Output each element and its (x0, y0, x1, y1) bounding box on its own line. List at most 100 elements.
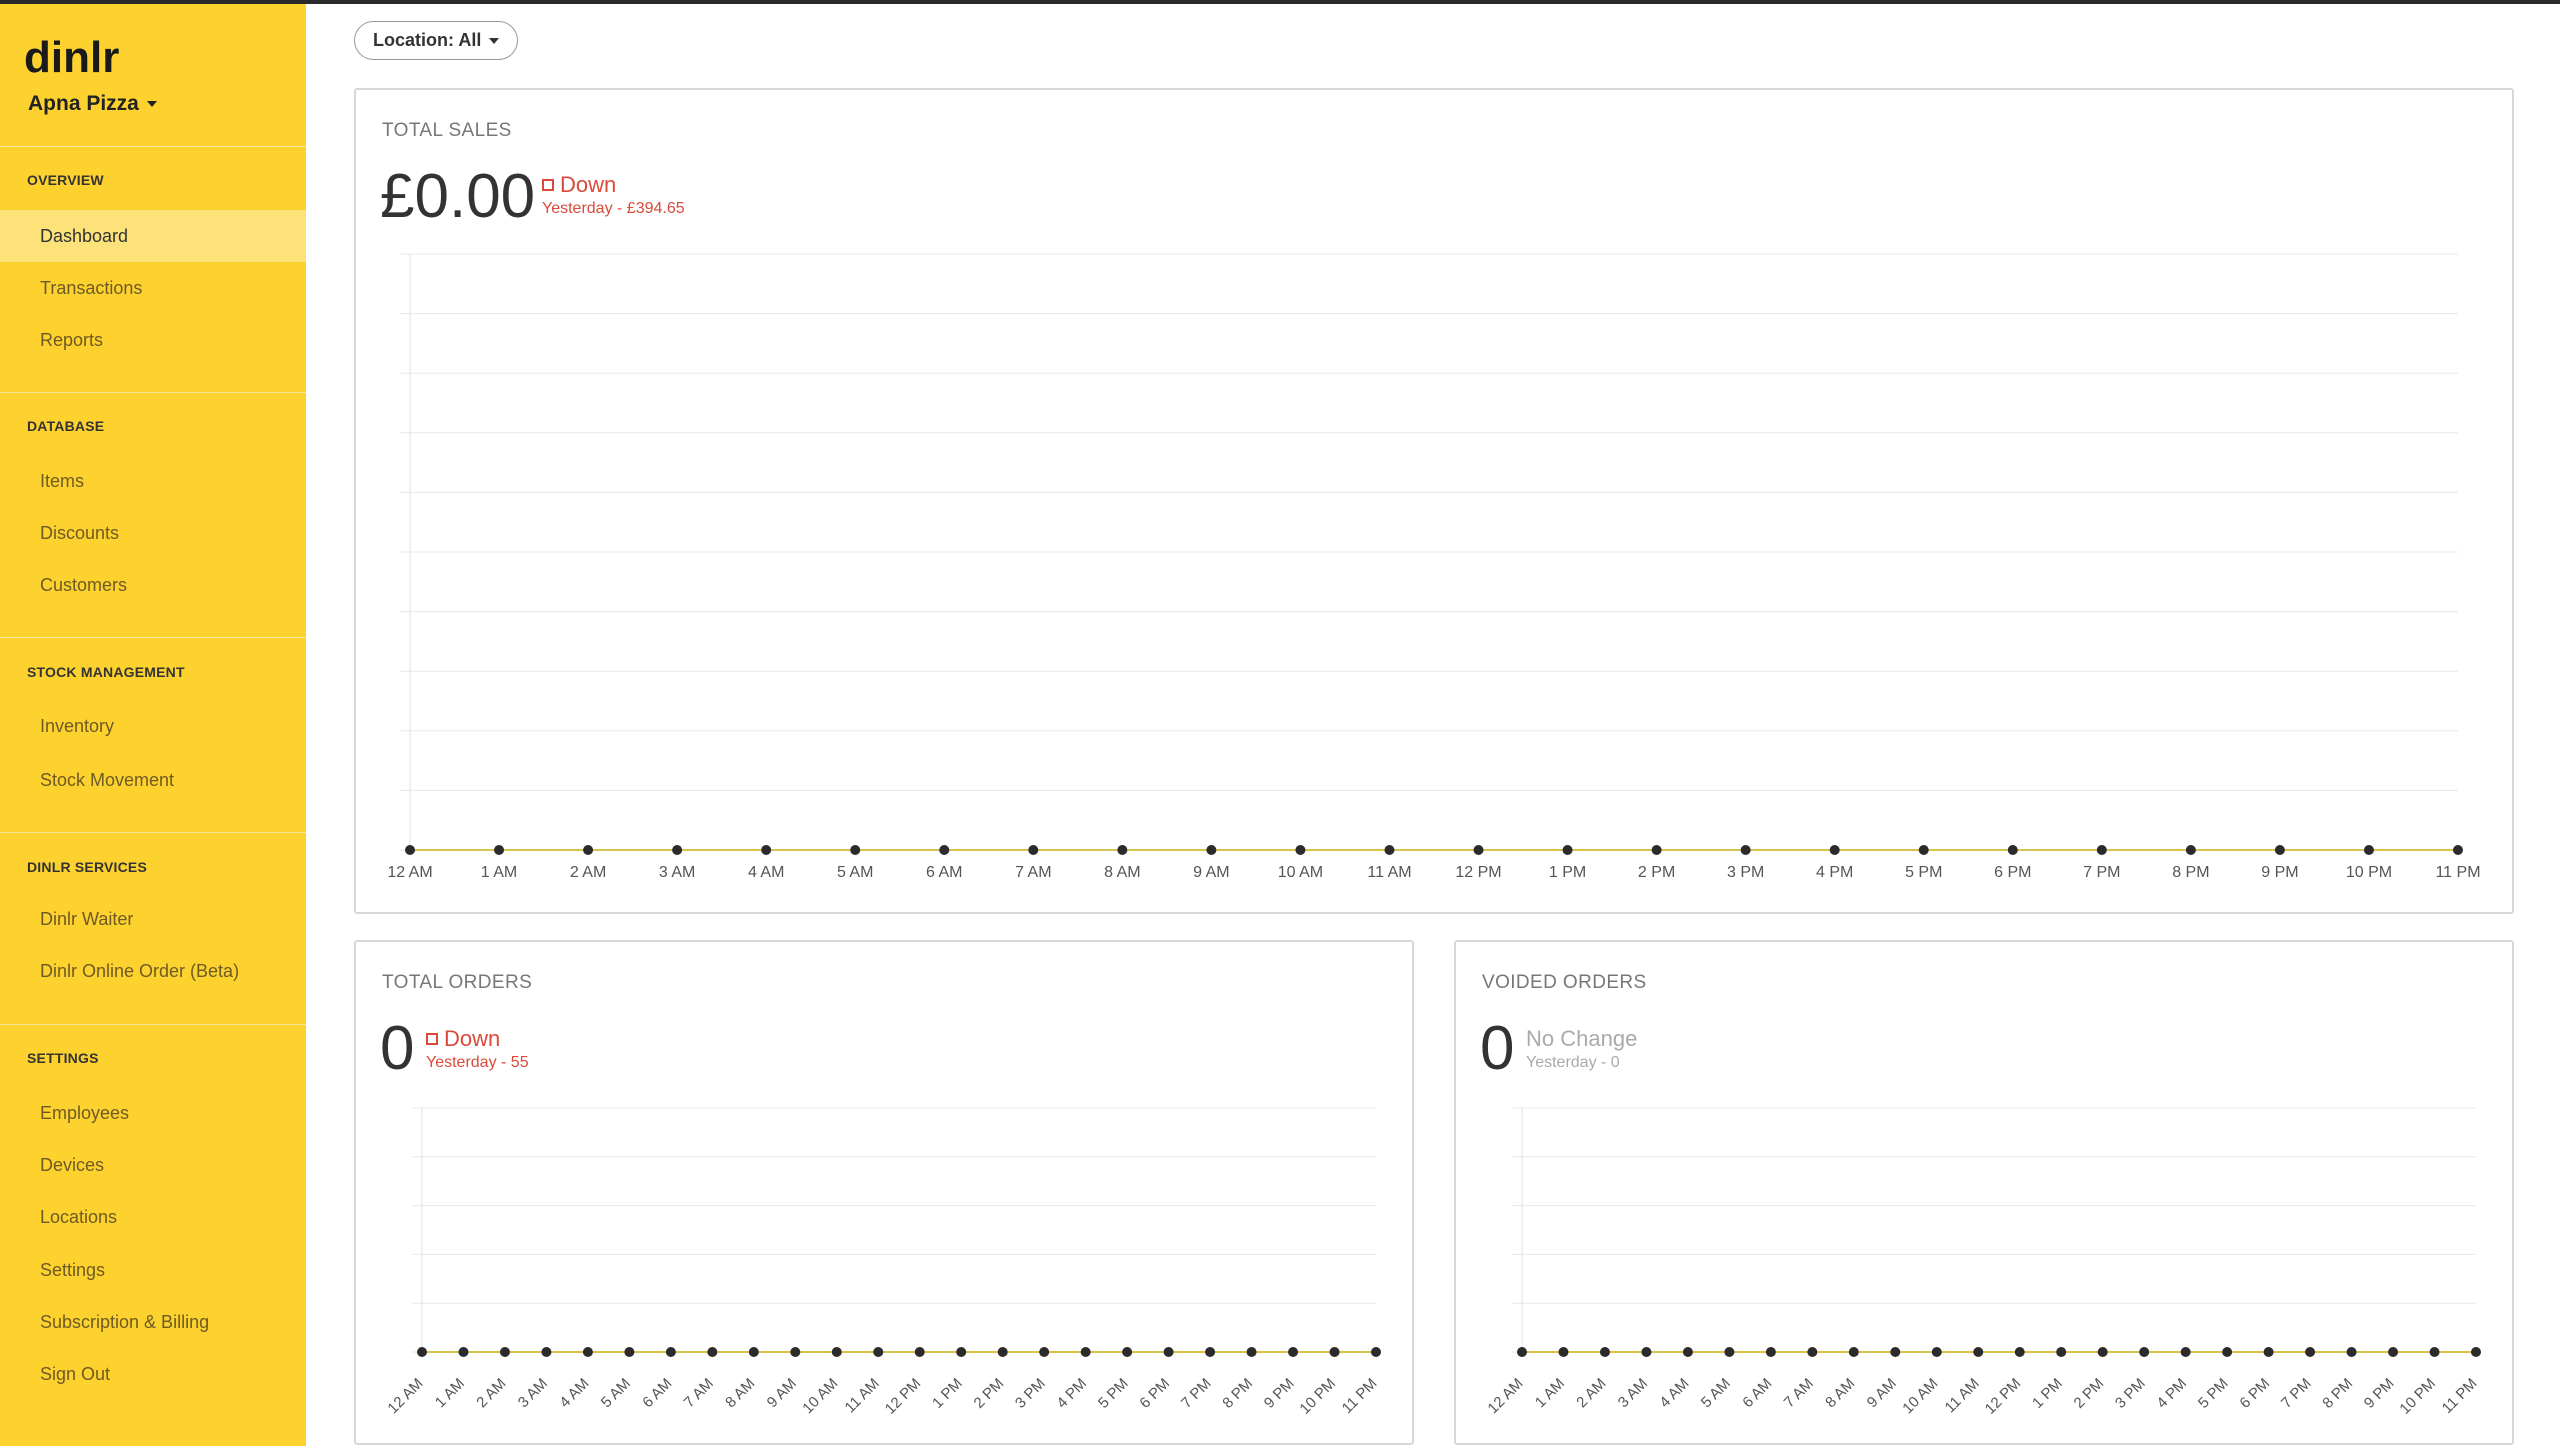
x-tick-label: 3 AM (1615, 1375, 1651, 1411)
data-point (405, 845, 415, 855)
data-point (2453, 845, 2463, 855)
sidebar-item-stock-movement[interactable]: Stock Movement (0, 754, 306, 806)
x-tick-label: 11 AM (842, 1375, 883, 1416)
x-tick-label: 3 AM (659, 864, 695, 881)
total-sales-panel: TOTAL SALES £0.00 Down Yesterday - £394.… (354, 88, 2514, 914)
sidebar-item-reports[interactable]: Reports (0, 314, 306, 366)
x-tick-label: 6 PM (1994, 864, 2031, 881)
sidebar-item-dinlr-online-order-beta[interactable]: Dinlr Online Order (Beta) (0, 945, 306, 997)
sidebar-item-discounts[interactable]: Discounts (0, 507, 306, 559)
brand-logo[interactable]: dinlr (24, 34, 140, 78)
x-tick-label: 3 AM (515, 1375, 551, 1411)
x-tick-label: 4 AM (748, 864, 784, 881)
x-tick-label: 8 PM (2172, 864, 2209, 881)
sidebar-item-sign-out[interactable]: Sign Out (0, 1348, 306, 1400)
x-tick-label: 10 PM (2346, 864, 2392, 881)
data-point (1740, 845, 1751, 855)
data-point (1651, 845, 1662, 855)
x-tick-label: 6 PM (1136, 1375, 1173, 1412)
data-point (1829, 845, 1840, 855)
x-tick-label: 7 AM (1015, 864, 1051, 881)
x-tick-label: 1 PM (1549, 864, 1586, 881)
data-point (1329, 1347, 1340, 1357)
x-tick-label: 1 PM (929, 1375, 966, 1412)
data-point (1384, 845, 1395, 855)
x-tick-label: 11 PM (2435, 864, 2480, 881)
sidebar: dinlr Apna Pizza OVERVIEW Dashboard Transa… (0, 4, 306, 1446)
x-tick-label: 8 AM (1822, 1375, 1858, 1411)
x-tick-label: 4 PM (1053, 1375, 1090, 1412)
x-tick-label: 9 PM (2261, 864, 2298, 881)
x-tick-label: 3 PM (1012, 1375, 1049, 1412)
sidebar-section-title: OVERVIEW (27, 172, 104, 188)
x-tick-label: 7 AM (681, 1375, 717, 1411)
data-point (707, 1347, 718, 1357)
data-point (2363, 845, 2374, 855)
sidebar-section-stock-management (0, 637, 306, 638)
data-point (1641, 1347, 1652, 1357)
x-tick-label: 6 AM (926, 864, 962, 881)
data-point (1890, 1347, 1901, 1357)
data-point (2388, 1347, 2399, 1357)
sidebar-item-dashboard[interactable]: Dashboard (0, 210, 306, 262)
x-tick-label: 4 AM (556, 1375, 592, 1411)
x-tick-label: 10 PM (1296, 1375, 1339, 1418)
data-point (914, 1347, 925, 1357)
data-point (2429, 1347, 2440, 1357)
x-tick-label: 12 PM (1455, 864, 1501, 881)
sidebar-item-inventory[interactable]: Inventory (0, 700, 306, 752)
data-point (1724, 1347, 1735, 1357)
sidebar-section-title: STOCK MANAGEMENT (27, 664, 185, 680)
data-point (2274, 845, 2285, 855)
data-point (1918, 845, 1929, 855)
data-point (1295, 845, 1306, 855)
x-tick-label: 3 PM (1727, 864, 1764, 881)
x-tick-label: 8 AM (1104, 864, 1140, 881)
sidebar-item-settings[interactable]: Settings (0, 1244, 306, 1296)
data-point (582, 1347, 593, 1357)
x-tick-label: 6 PM (2236, 1375, 2273, 1412)
data-point (583, 845, 594, 855)
sidebar-item-devices[interactable]: Devices (0, 1139, 306, 1191)
data-point (850, 845, 861, 855)
x-tick-label: 8 AM (722, 1375, 758, 1411)
data-point (1931, 1347, 1942, 1357)
sidebar-section-title: DINLR SERVICES (27, 859, 148, 875)
x-tick-label: 8 PM (2319, 1375, 2356, 1412)
location-filter-button[interactable]: Location: All (354, 21, 519, 60)
sidebar-item-employees[interactable]: Employees (0, 1087, 306, 1139)
sidebar-item-subscription-billing[interactable]: Subscription & Billing (0, 1296, 306, 1348)
x-tick-label: 1 AM (1532, 1375, 1568, 1411)
sidebar-item-dinlr-waiter[interactable]: Dinlr Waiter (0, 893, 306, 945)
x-tick-label: 12 PM (882, 1375, 925, 1418)
data-point (790, 1347, 801, 1357)
sidebar-item-items[interactable]: Items (0, 455, 306, 507)
sidebar-item-transactions[interactable]: Transactions (0, 262, 306, 314)
data-point (1117, 845, 1128, 855)
data-point (956, 1347, 967, 1357)
restaurant-selector[interactable]: Apna Pizza (28, 92, 157, 116)
voided-orders-chart: 12 AM 1 AM 2 AM 3 AM 4 AM 5 AM 6 AM 7 AM 8 AM 9 A… (1484, 1107, 2481, 1418)
x-tick-label: 4 PM (1816, 864, 1853, 881)
data-point (1246, 1347, 1257, 1357)
data-point (2007, 845, 2018, 855)
x-tick-label: 7 PM (1178, 1375, 1215, 1412)
data-point (1039, 1347, 1050, 1357)
sidebar-section-overview (0, 146, 306, 147)
x-tick-label: 2 PM (1638, 864, 1675, 881)
x-tick-label: 9 AM (1193, 864, 1229, 881)
sidebar-section-title: SETTINGS (27, 1050, 99, 1066)
sidebar-section-settings (0, 1024, 306, 1025)
x-tick-label: 5 PM (1905, 864, 1942, 881)
sidebar-item-locations[interactable]: Locations (0, 1191, 306, 1243)
data-point (873, 1347, 884, 1357)
sidebar-item-customers[interactable]: Customers (0, 559, 306, 611)
data-point (2263, 1347, 2274, 1357)
data-point (2097, 1347, 2108, 1357)
data-point (1288, 1347, 1299, 1357)
restaurant-name: Apna Pizza (28, 92, 139, 115)
x-tick-label: 11 PM (2439, 1375, 2481, 1417)
data-point (1807, 1347, 1818, 1357)
data-point (672, 845, 683, 855)
data-point (665, 1347, 676, 1357)
